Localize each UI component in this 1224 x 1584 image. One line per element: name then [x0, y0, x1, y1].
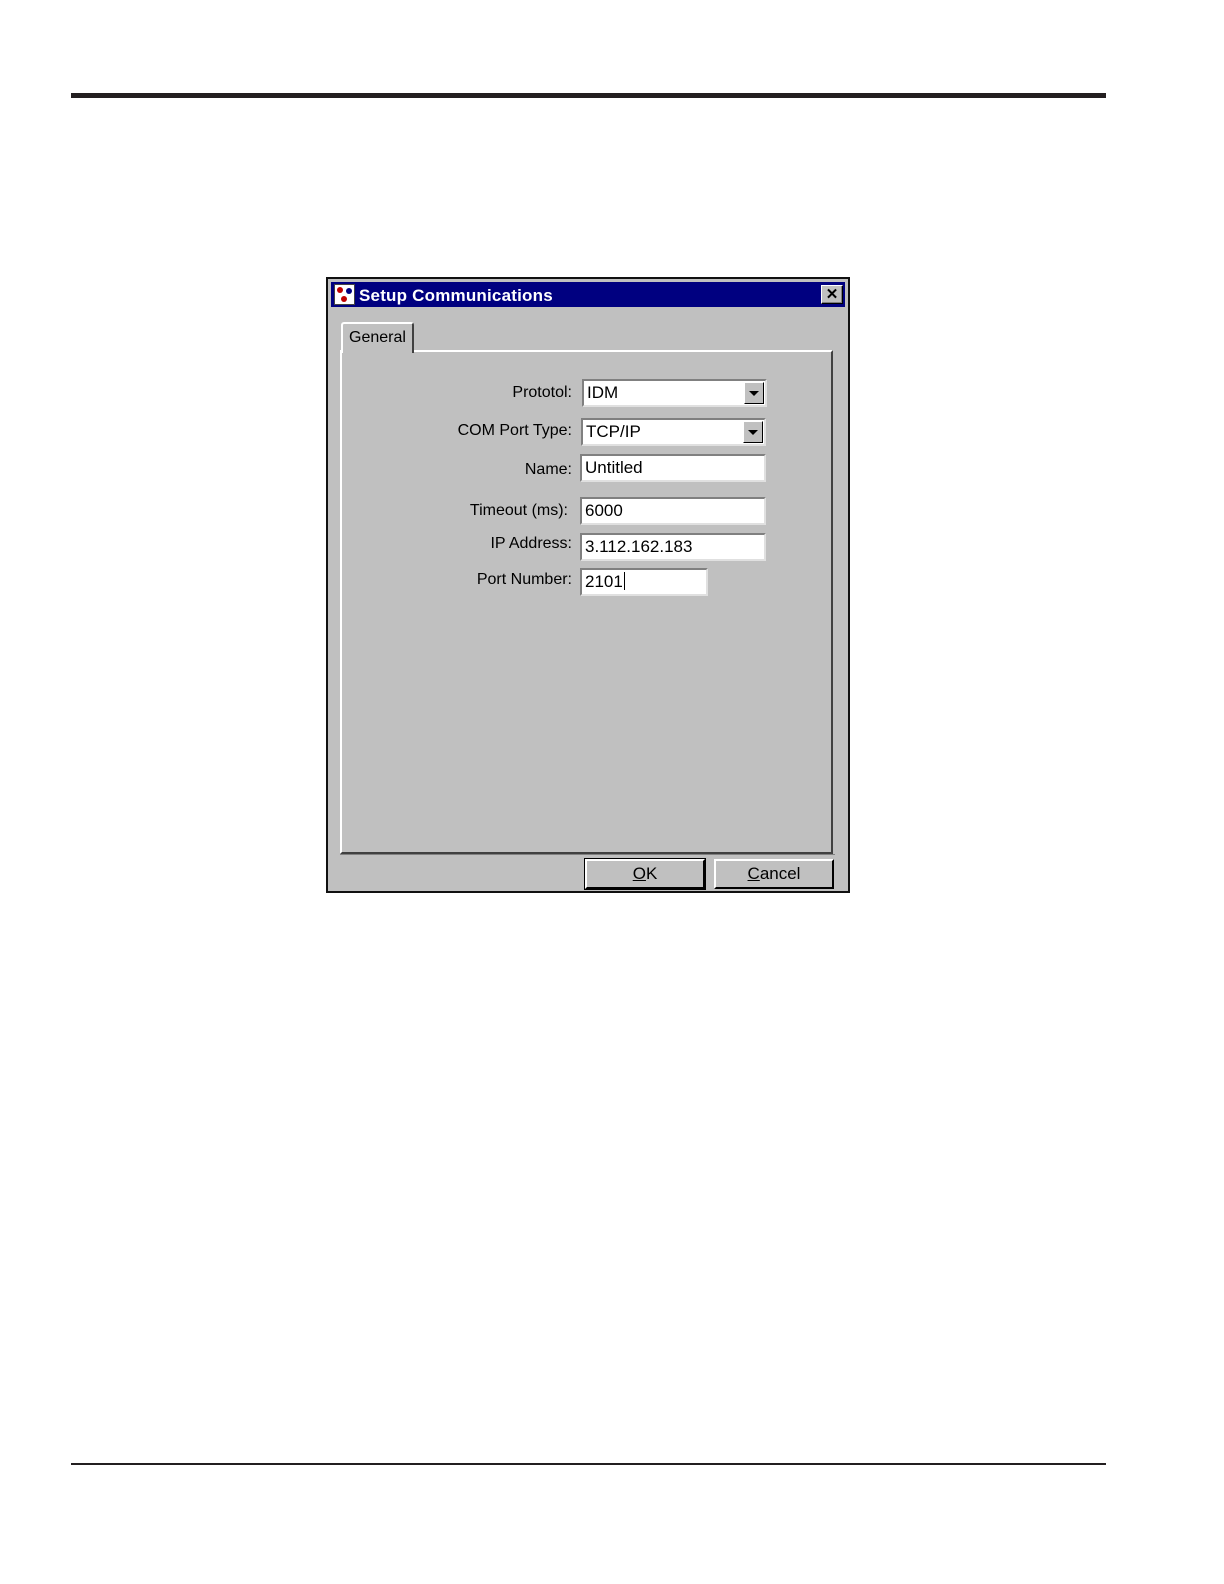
com-setup-icon	[334, 284, 355, 305]
protocol-value: IDM	[587, 383, 619, 402]
protocol-select[interactable]: IDM	[582, 379, 767, 407]
button-row-separator	[340, 854, 835, 855]
port-number-input[interactable]: 2101	[580, 568, 708, 596]
ip-address-label: IP Address:	[490, 535, 572, 552]
com-port-type-select[interactable]: TCP/IP	[581, 418, 766, 446]
ok-button[interactable]: OK	[584, 858, 706, 890]
name-label: Name:	[524, 461, 572, 478]
text-caret	[623, 572, 625, 590]
page-header-rule	[71, 93, 1106, 98]
cancel-mnemonic: C	[747, 864, 760, 883]
port-number-value: 2101	[585, 572, 623, 591]
close-button[interactable]: ✕	[821, 285, 843, 304]
ok-mnemonic: O	[632, 864, 646, 883]
ip-address-input[interactable]: 3.112.162.183	[580, 533, 766, 561]
setup-communications-dialog: Setup Communications ✕ General Prototol:…	[326, 277, 850, 893]
com-port-type-value: TCP/IP	[586, 422, 641, 441]
name-input[interactable]: Untitled	[580, 454, 766, 482]
com-port-type-dropdown-button[interactable]	[743, 421, 763, 443]
protocol-dropdown-button[interactable]	[744, 382, 764, 404]
title-bar[interactable]: Setup Communications ✕	[331, 282, 845, 307]
tab-general[interactable]: General	[341, 322, 414, 353]
protocol-label: Prototol:	[512, 384, 572, 401]
ok-label: K	[645, 864, 658, 883]
cancel-button[interactable]: Cancel	[714, 859, 834, 889]
cancel-label: ancel	[759, 864, 801, 883]
page-footer-rule	[71, 1463, 1106, 1465]
timeout-label: Timeout (ms):	[469, 502, 568, 519]
com-port-type-label: COM Port Type:	[457, 422, 572, 439]
dialog-title: Setup Communications	[359, 286, 553, 305]
timeout-input[interactable]: 6000	[580, 497, 766, 525]
port-number-label: Port Number:	[476, 571, 572, 588]
close-icon: ✕	[825, 286, 839, 303]
